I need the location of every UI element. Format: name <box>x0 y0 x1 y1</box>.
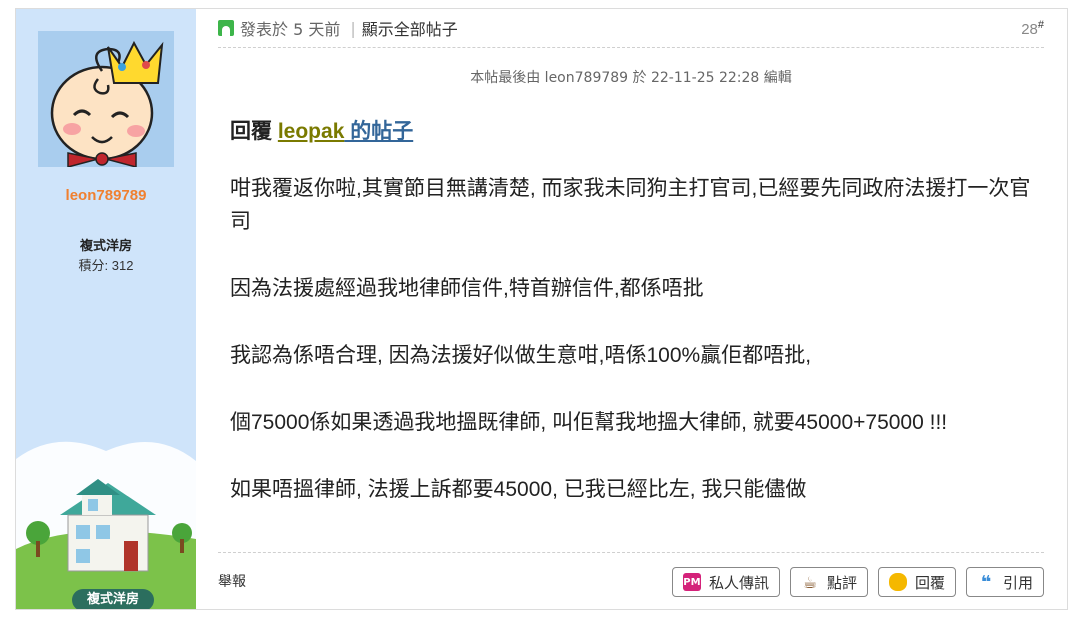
post-content: 發表於 5 天前 | 顯示全部帖子 28# 本帖最後由 leon789789 於… <box>196 9 1068 609</box>
post-body: 回覆 leopak 的帖子 咁我覆返你啦,其實節目無講清楚, 而家我未同狗主打官… <box>230 115 1040 540</box>
speech-bubble-icon <box>888 573 907 591</box>
avatar-baby-crown-icon <box>38 31 174 168</box>
rank-house-badge: 複式洋房 <box>16 429 196 609</box>
reply-user-link[interactable]: leopak <box>278 120 345 143</box>
reply-thread-link[interactable]: 的帖子 <box>344 120 413 143</box>
footer-divider <box>218 552 1044 553</box>
reply-label: 回覆 <box>914 573 945 592</box>
quote-label: 引用 <box>1002 573 1033 592</box>
pm-icon: PM <box>682 573 701 591</box>
user-online-icon <box>218 20 234 36</box>
edit-notice: 本帖最後由 leon789789 於 22-11-25 22:28 編輯 <box>470 70 792 86</box>
meta-separator: | <box>350 18 356 38</box>
floor-number-value: 28 <box>1021 21 1038 38</box>
username-link[interactable]: leon789789 <box>16 187 196 204</box>
user-points: 積分: 312 <box>78 258 134 273</box>
post-meta: 發表於 5 天前 | 顯示全部帖子 <box>218 17 458 39</box>
user-rank: 複式洋房 <box>79 239 132 254</box>
rate-label: 點評 <box>826 573 857 592</box>
post-time: 發表於 5 天前 <box>240 20 341 39</box>
rate-button[interactable]: ☕ 點評 <box>789 567 868 597</box>
coffee-cup-icon: ☕ <box>800 572 819 592</box>
forum-post: leon789789 複式洋房 積分: 312 複式洋房 發表於 5 天前 | … <box>15 8 1068 610</box>
floor-number[interactable]: 28# <box>1021 19 1044 38</box>
house-badge-label: 複式洋房 <box>86 592 139 607</box>
header-divider <box>218 47 1044 48</box>
post-paragraph: 咁我覆返你啦,其實節目無講清楚, 而家我未同狗主打官司,已經要先同政府法援打一次… <box>230 177 1031 233</box>
quote-button[interactable]: ❝ 引用 <box>965 567 1044 597</box>
report-link[interactable]: 舉報 <box>218 571 246 591</box>
post-actions: PM 私人傳訊 ☕ 點評 回覆 ❝ 引用 <box>671 567 1044 597</box>
show-all-posts-link[interactable]: 顯示全部帖子 <box>362 16 458 40</box>
post-paragraph: 因為法援處經過我地律師信件,特首辦信件,都係唔批 <box>230 277 704 300</box>
reply-heading: 回覆 leopak 的帖子 <box>230 115 1040 148</box>
quote-icon: ❝ <box>976 572 995 593</box>
reply-button[interactable]: 回覆 <box>877 567 956 597</box>
post-paragraph: 我認為係唔合理, 因為法援好似做生意咁,唔係100%贏佢都唔批, <box>230 344 812 367</box>
user-sidebar: leon789789 複式洋房 積分: 312 複式洋房 <box>16 9 196 609</box>
private-message-label: 私人傳訊 <box>708 573 769 592</box>
post-paragraph: 個75000係如果透過我地搵既律師, 叫佢幫我地搵大律師, 就要45000+75… <box>230 411 948 434</box>
post-paragraph: 如果唔搵律師, 法援上訴都要45000, 已我已經比左, 我只能儘做 <box>230 478 807 501</box>
user-avatar[interactable] <box>38 31 174 168</box>
private-message-button[interactable]: PM 私人傳訊 <box>671 567 780 597</box>
house-icon <box>16 441 196 609</box>
reply-prefix: 回覆 <box>230 120 278 143</box>
floor-hash: # <box>1037 19 1044 31</box>
